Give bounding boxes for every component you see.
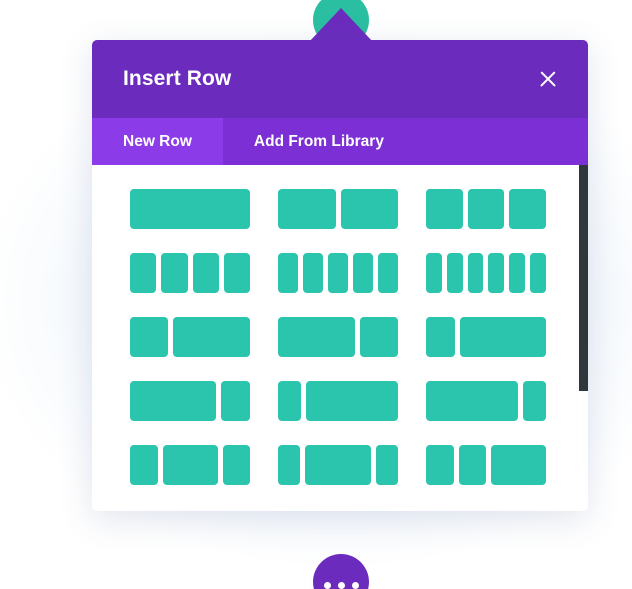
tab-add-from-library[interactable]: Add From Library	[223, 118, 415, 165]
column-block	[509, 189, 546, 229]
layout-option-6-column[interactable]	[426, 253, 546, 293]
column-block	[221, 381, 250, 421]
column-block	[376, 445, 398, 485]
layout-option-one-third-two-thirds[interactable]	[130, 317, 250, 357]
layout-option-5-column[interactable]	[278, 253, 398, 293]
column-block	[530, 253, 546, 293]
layout-option-two-thirds-one-third[interactable]	[278, 317, 398, 357]
section-settings-button[interactable]	[313, 554, 369, 589]
column-block	[426, 253, 442, 293]
page-title: Insert Row	[123, 67, 232, 90]
column-block	[130, 445, 158, 485]
column-block	[278, 445, 300, 485]
layout-option-quarter-half-quarter[interactable]	[130, 445, 250, 485]
layout-option-fifth-three-fifths-fifth[interactable]	[278, 445, 398, 485]
column-block	[130, 381, 217, 421]
column-block	[278, 317, 355, 357]
layout-option-2-column[interactable]	[278, 189, 398, 229]
column-block	[458, 445, 486, 485]
ellipsis-icon-dot	[337, 581, 345, 589]
column-block	[491, 445, 546, 485]
column-block	[305, 445, 371, 485]
close-icon[interactable]	[536, 67, 560, 91]
column-block	[378, 253, 398, 293]
column-block	[426, 445, 454, 485]
column-block	[278, 253, 298, 293]
column-block	[161, 253, 188, 293]
layout-option-four-fifths-one-fifth[interactable]	[426, 381, 546, 421]
column-block	[192, 253, 219, 293]
layout-option-4-column[interactable]	[130, 253, 250, 293]
builder-canvas: Insert Row New Row Add From Library	[0, 0, 632, 589]
modal-header: Insert Row	[92, 40, 588, 118]
column-block	[328, 253, 348, 293]
tab-new-row[interactable]: New Row	[92, 118, 223, 165]
column-block	[459, 317, 546, 357]
modal-pointer-arrow	[309, 8, 373, 42]
column-block	[523, 381, 546, 421]
ellipsis-icon-dot	[351, 581, 359, 589]
ellipsis-icon-dot	[323, 581, 331, 589]
layout-option-one-fifth-four-fifths[interactable]	[278, 381, 398, 421]
column-block	[303, 253, 323, 293]
layout-options-grid	[92, 189, 588, 509]
modal-tab-bar: New Row Add From Library	[92, 118, 588, 165]
column-block	[446, 253, 463, 293]
column-block	[340, 189, 398, 229]
column-block	[222, 445, 250, 485]
column-block	[173, 317, 250, 357]
layout-option-1-column[interactable]	[130, 189, 250, 229]
column-block	[488, 253, 505, 293]
scrollbar-track[interactable]	[579, 165, 588, 511]
column-block	[306, 381, 398, 421]
column-block	[359, 317, 398, 357]
column-block	[509, 253, 526, 293]
column-block	[426, 381, 518, 421]
column-block	[162, 445, 218, 485]
column-block	[130, 317, 169, 357]
column-block	[223, 253, 250, 293]
column-block	[130, 253, 157, 293]
layout-option-3-column[interactable]	[426, 189, 546, 229]
column-block	[426, 317, 455, 357]
scrollbar-thumb[interactable]	[579, 165, 588, 391]
column-block	[467, 253, 484, 293]
column-block	[426, 189, 463, 229]
layout-options-panel	[92, 165, 588, 511]
column-block	[278, 381, 301, 421]
layout-option-one-quarter-three-quarters[interactable]	[426, 317, 546, 357]
layout-option-three-quarters-one-quarter[interactable]	[130, 381, 250, 421]
insert-row-modal: Insert Row New Row Add From Library	[92, 40, 588, 511]
layout-option-quarter-quarter-half[interactable]	[426, 445, 546, 485]
column-block	[467, 189, 505, 229]
column-block	[353, 253, 373, 293]
column-block	[130, 189, 250, 229]
column-block	[278, 189, 336, 229]
